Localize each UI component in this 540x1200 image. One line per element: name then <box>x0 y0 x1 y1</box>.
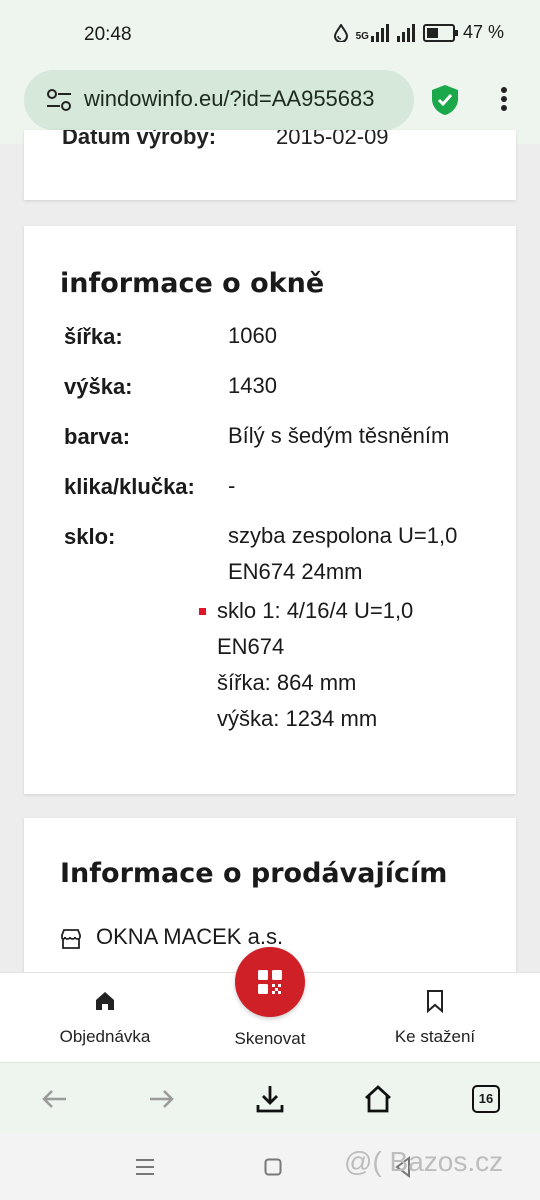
shield-check-icon[interactable] <box>430 84 460 116</box>
drop-icon <box>333 23 348 42</box>
info-value-2: EN674 24mm <box>228 559 363 584</box>
more-menu-icon[interactable] <box>498 84 510 116</box>
back-arrow-icon[interactable] <box>38 1083 70 1115</box>
nav-scan-label: Skenovat <box>234 1029 306 1048</box>
home-button-icon[interactable] <box>264 1158 282 1176</box>
seller-title: Informace o prodávajícím <box>60 858 448 889</box>
info-label: barva: <box>64 424 131 449</box>
list-bullet <box>199 608 206 615</box>
browser-toolbar <box>0 1062 540 1135</box>
glass-detail-line: sklo 1: 4/16/4 U=1,0 <box>217 598 414 623</box>
watermark-text: @( Bazos.cz <box>344 1146 504 1177</box>
url-bar[interactable]: windowinfo.eu/?id=AA955683 <box>24 70 414 130</box>
info-value: - <box>228 473 236 498</box>
info-label: šířka: <box>64 324 123 349</box>
window-info-title: informace o okně <box>60 268 325 299</box>
battery-icon <box>422 23 458 42</box>
glass-detail-line: EN674 <box>217 634 285 659</box>
bookmark-icon <box>427 990 443 1013</box>
glass-detail-line: šířka: 864 mm <box>217 670 357 695</box>
production-card: Datum výroby: 2015-02-09 <box>24 130 516 200</box>
signal-icon <box>370 23 389 42</box>
qr-scan-icon <box>258 970 282 994</box>
info-label: výška: <box>64 374 133 399</box>
info-value: Bílý s šedým těsněním <box>228 423 450 448</box>
home-icon[interactable] <box>362 1083 394 1115</box>
signal-icon-2 <box>396 23 415 42</box>
battery-level: 47 % <box>462 22 504 42</box>
production-date-label: Datum výroby: <box>62 130 217 149</box>
nav-order[interactable]: Objednávka <box>15 973 195 1063</box>
info-value: 1430 <box>228 373 277 398</box>
production-date-row: Datum výroby: 2015-02-09 <box>62 130 389 150</box>
nav-downloads-label: Ke stažení <box>394 1027 476 1046</box>
home-icon <box>96 992 114 1010</box>
recent-apps-icon[interactable] <box>134 1156 156 1178</box>
store-icon <box>61 929 81 949</box>
nav-downloads[interactable]: Ke stažení <box>345 973 525 1063</box>
info-label: klika/klučka: <box>64 474 195 499</box>
network-type: 5G <box>355 30 369 42</box>
window-info-card: informace o okně šířka: 1060 výška: 1430… <box>24 226 516 794</box>
status-time: 20:48 <box>84 24 132 45</box>
info-label: sklo: <box>64 524 116 549</box>
forward-arrow-icon[interactable] <box>146 1083 178 1115</box>
info-value: 1060 <box>228 323 277 348</box>
scan-button[interactable] <box>235 947 305 1017</box>
url-text[interactable]: windowinfo.eu/?id=AA955683 <box>84 86 375 112</box>
download-icon[interactable] <box>254 1083 286 1115</box>
status-bar: 20:48 5G 47 % <box>0 0 540 70</box>
nav-order-label: Objednávka <box>59 1027 151 1046</box>
status-icons: 5G 47 % <box>333 22 504 43</box>
glass-detail-line: výška: 1234 mm <box>217 706 378 731</box>
production-date-value: 2015-02-09 <box>276 130 389 149</box>
site-settings-icon[interactable] <box>46 88 72 112</box>
seller-name[interactable]: OKNA MACEK a.s. <box>96 924 283 950</box>
info-value: szyba zespolona U=1,0 <box>228 523 458 548</box>
tab-switcher-button[interactable]: 16 <box>472 1085 500 1113</box>
